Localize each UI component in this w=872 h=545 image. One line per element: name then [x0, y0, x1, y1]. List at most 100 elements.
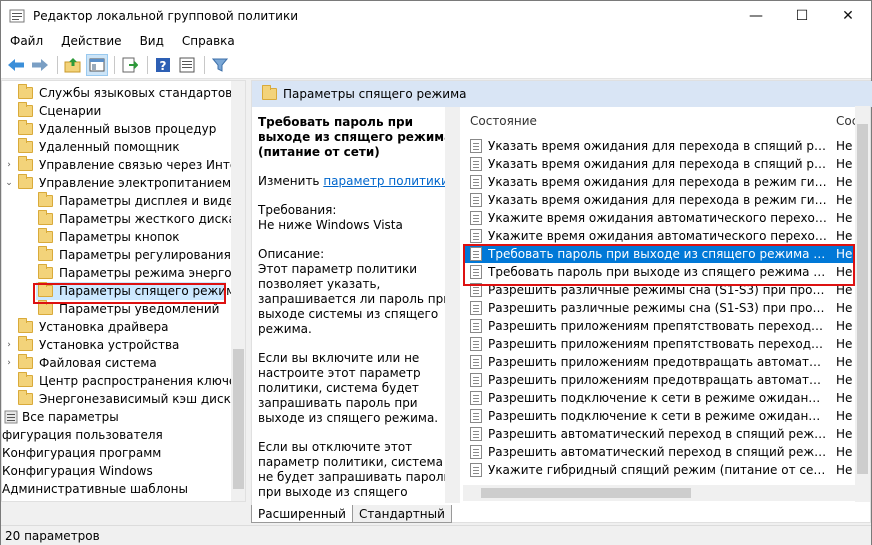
menu-file[interactable]: Файл	[1, 34, 52, 48]
policy-name: Разрешить приложениям препятствовать пер…	[488, 319, 828, 333]
forward-button[interactable]	[29, 54, 51, 76]
folder-icon	[18, 390, 33, 405]
tree-item[interactable]: Параметры жесткого диска	[38, 210, 236, 228]
status-text: 20 параметров	[5, 528, 100, 543]
tree-item[interactable]: › Файловая система	[4, 354, 157, 372]
table-row[interactable]: Разрешить приложениям предотвращать авто…	[464, 353, 858, 371]
policy-state: Не	[836, 355, 853, 369]
scrollbar-thumb[interactable]	[857, 124, 868, 474]
back-button[interactable]	[5, 54, 27, 76]
tree-item[interactable]: Административные шаблоны	[2, 480, 188, 498]
tree-item[interactable]: › Установка устройства	[4, 336, 179, 354]
tree-scrollbar[interactable]	[231, 81, 245, 501]
expand-arrow-icon[interactable]: ›	[4, 340, 14, 350]
menu-view[interactable]: Вид	[131, 34, 173, 48]
tree-item-selected[interactable]: Параметры спящего режима	[36, 282, 243, 300]
expand-arrow-icon[interactable]: ›	[4, 160, 14, 170]
list-scrollbar[interactable]	[855, 106, 870, 502]
policy-state: Не	[836, 229, 853, 243]
table-row[interactable]: Требовать пароль при выходе из спящего р…	[464, 263, 858, 281]
table-row[interactable]: Разрешить приложениям препятствовать пер…	[464, 317, 858, 335]
policy-name: Разрешить приложениям предотвращать авто…	[488, 373, 828, 387]
table-row[interactable]: Разрешить автоматический переход в спящи…	[464, 443, 858, 461]
close-button[interactable]: ✕	[825, 1, 871, 31]
folder-icon	[18, 354, 33, 369]
minimize-button[interactable]: —	[733, 1, 779, 31]
scrollbar-thumb[interactable]	[481, 488, 691, 498]
table-row[interactable]: Разрешить различные режимы сна (S1-S3) п…	[464, 281, 858, 299]
table-row[interactable]: Разрешить подключение к сети в режиме ож…	[464, 407, 858, 425]
svg-text:?: ?	[160, 59, 167, 73]
gpedit-app-icon	[9, 8, 25, 24]
export-icon	[122, 57, 138, 72]
expand-arrow-icon[interactable]: ›	[4, 358, 14, 368]
tree-item[interactable]: Параметры кнопок	[38, 228, 180, 246]
menu-help[interactable]: Справка	[173, 34, 244, 48]
table-row[interactable]: Укажите время ожидания автоматического п…	[464, 209, 858, 227]
table-row[interactable]: Указать время ожидания для перехода в ре…	[464, 191, 858, 209]
show-hide-tree-button[interactable]	[86, 53, 108, 76]
collapse-arrow-icon[interactable]: ⌄	[4, 178, 14, 188]
up-folder-button[interactable]	[62, 54, 84, 76]
tree-item[interactable]: Центр распространения ключей	[18, 372, 244, 390]
description: Описание: Этот параметр политики позволяе…	[258, 247, 452, 336]
tree-item[interactable]: Сценарии	[18, 102, 101, 120]
tree-item[interactable]: Параметры уведомлений	[38, 300, 219, 318]
description-scrollbar[interactable]	[445, 107, 460, 503]
tree-item[interactable]: Конфигурация Windows	[2, 462, 153, 480]
policy-name: Укажите время ожидания автоматического п…	[488, 211, 828, 225]
folder-icon	[38, 300, 53, 315]
tree-item[interactable]: Установка драйвера	[18, 318, 168, 336]
tree-item[interactable]: Удаленный помощник	[18, 138, 180, 156]
table-row[interactable]: Разрешить подключение к сети в режиме ож…	[464, 389, 858, 407]
table-row[interactable]: Разрешить различные режимы сна (S1-S3) п…	[464, 299, 858, 317]
table-row[interactable]: Разрешить приложениям препятствовать пер…	[464, 335, 858, 353]
list-hscrollbar[interactable]	[463, 485, 855, 501]
table-row[interactable]: Укажите время ожидания автоматического п…	[464, 227, 858, 245]
folder-icon	[18, 336, 33, 351]
menu-action[interactable]: Действие	[52, 34, 130, 48]
maximize-button[interactable]: ☐	[779, 1, 825, 31]
table-row[interactable]: Разрешить автоматический переход в спящи…	[464, 425, 858, 443]
folder-icon	[38, 264, 53, 279]
tree-item[interactable]: Удаленный вызов процедур	[18, 120, 216, 138]
tree-item[interactable]: Службы языковых стандартов	[18, 84, 232, 102]
policy-setting-icon	[470, 301, 482, 315]
console-tree-icon	[89, 58, 105, 71]
policy-state: Не	[836, 211, 853, 225]
scrollbar-thumb[interactable]	[233, 349, 244, 489]
tree-item[interactable]: Параметры регулирования мо	[38, 246, 245, 264]
policy-state: Не	[836, 445, 853, 459]
tree-item[interactable]: Все параметры	[4, 408, 119, 426]
tree-item[interactable]: ⌄ Управление электропитанием	[4, 174, 231, 192]
column-state[interactable]: Состояние	[470, 114, 537, 128]
table-row[interactable]: Укажите гибридный спящий режим (питание …	[464, 461, 858, 479]
policy-name: Укажите время ожидания автоматического п…	[488, 229, 828, 243]
tree-item[interactable]: › Управление связью через Интерне	[4, 156, 245, 174]
folder-icon	[18, 84, 33, 99]
tree-item[interactable]: Параметры дисплея и видео	[38, 192, 241, 210]
help-button[interactable]: ?	[152, 54, 174, 76]
table-row[interactable]: Указать время ожидания для перехода в ре…	[464, 173, 858, 191]
tree-item[interactable]: Конфигурация программ	[2, 444, 161, 462]
details-header-title: Параметры спящего режима	[283, 87, 467, 101]
policy-setting-icon	[470, 175, 482, 189]
table-row[interactable]: Указать время ожидания для перехода в сп…	[464, 137, 858, 155]
table-row[interactable]: Указать время ожидания для перехода в сп…	[464, 155, 858, 173]
table-row[interactable]: Разрешить приложениям предотвращать авто…	[464, 371, 858, 389]
policy-setting-icon	[470, 409, 482, 423]
folder-icon	[38, 282, 53, 297]
export-list-button[interactable]	[119, 54, 141, 76]
folder-icon	[38, 210, 53, 225]
table-row[interactable]: Требовать пароль при выходе из спящего р…	[464, 245, 858, 263]
filter-button[interactable]	[209, 54, 231, 76]
tree-item[interactable]: Параметры режима энергосбе	[38, 264, 245, 282]
edit-policy-link[interactable]: параметр политики	[323, 174, 449, 188]
tab-extended[interactable]: Расширенный	[251, 505, 353, 523]
description-enabled: Если вы включите или не настроите этот п…	[258, 351, 439, 425]
tree-item[interactable]: Энергонезависимый кэш диска	[18, 390, 238, 408]
tab-standard[interactable]: Стандартный	[351, 505, 452, 523]
tree-item[interactable]: фигурация пользователя	[2, 426, 163, 444]
properties-button[interactable]	[176, 54, 198, 76]
status-bar: 20 параметров	[1, 525, 871, 545]
